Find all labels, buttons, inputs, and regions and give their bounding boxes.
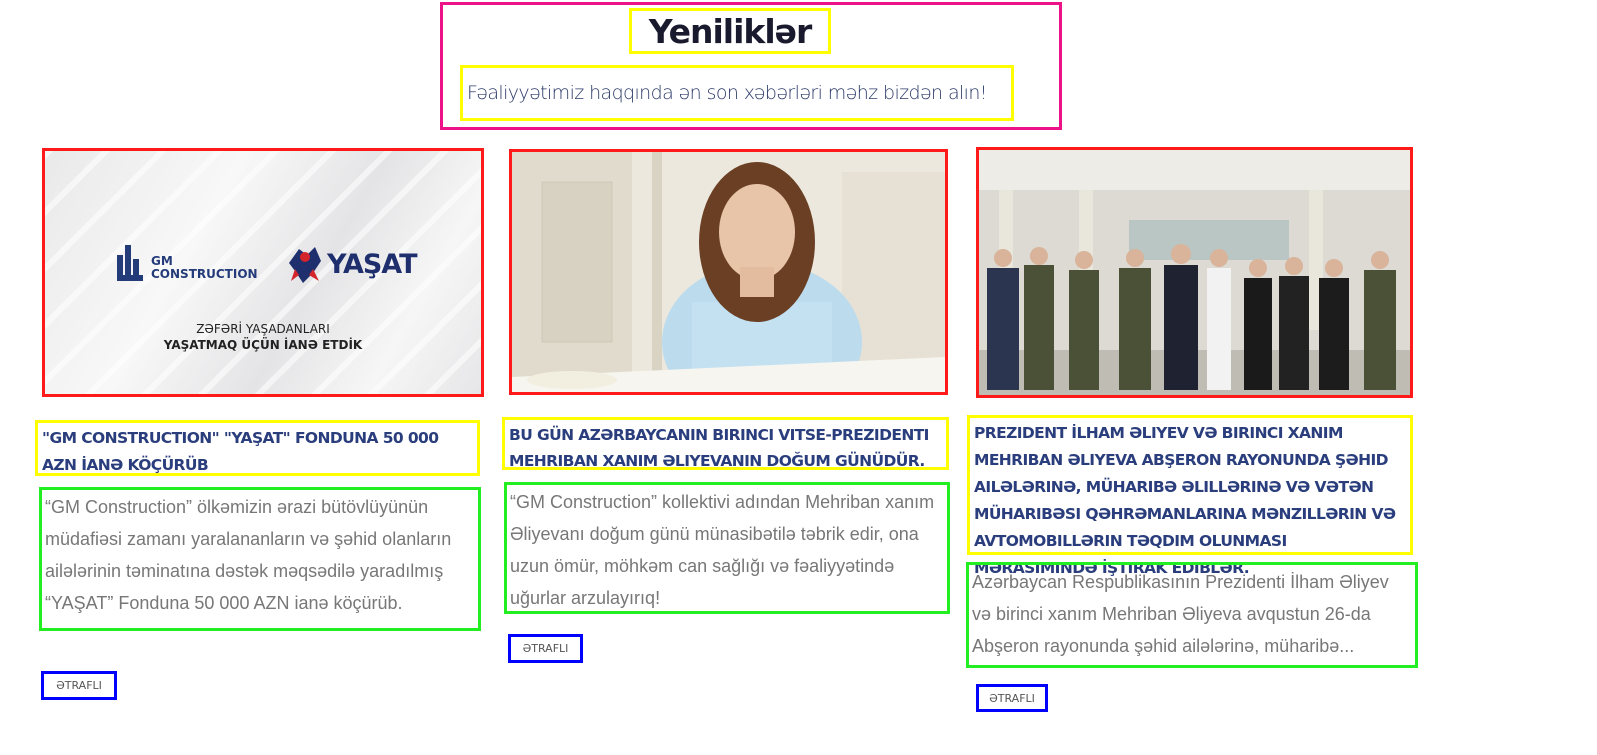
news-title-2[interactable]: BU GÜN AZƏRBAYCANIN BIRINCI VITSE-PREZID…	[509, 422, 942, 474]
page-subtitle: Fəaliyyətimiz haqqında ən son xəbərləri …	[467, 82, 987, 104]
news-title-box-3: PREZIDENT İLHAM ƏLIYEV VƏ BIRINCI XANIM …	[967, 415, 1413, 577]
image-caption: ZƏFƏRİ YAŞADANLARI YAŞATMAQ ÜÇÜN İANƏ ET…	[45, 321, 481, 353]
image-caption-line-2: YAŞATMAQ ÜÇÜN İANƏ ETDİK	[163, 338, 363, 352]
news-desc-box-2: “GM Construction” kollektivi adından Meh…	[504, 482, 950, 614]
yasat-emblem-icon	[289, 247, 321, 283]
news-title-box-2: BU GÜN AZƏRBAYCANIN BIRINCI VITSE-PREZID…	[502, 417, 949, 470]
news-description-1: “GM Construction” ölkəmizin ərazi bütövl…	[45, 497, 452, 613]
news-desc-box-3: Azərbaycan Respublikasının Prezidenti İl…	[966, 562, 1418, 668]
news-title-box-1: "GM CONSTRUCTION" "YAŞAT" FONDUNA 50 000…	[35, 420, 480, 476]
news-image-2[interactable]	[509, 149, 948, 395]
page-subtitle-box: Fəaliyyətimiz haqqında ən son xəbərləri …	[460, 65, 1014, 121]
news-title-1[interactable]: "GM CONSTRUCTION" "YAŞAT" FONDUNA 50 000…	[42, 425, 473, 479]
news-desc-box-1: “GM Construction” ölkəmizin ərazi bütövl…	[39, 487, 481, 631]
read-more-button-3[interactable]: ƏTRAFLI	[976, 684, 1048, 712]
group-photo	[979, 150, 1410, 395]
page-title-box: Yeniliklər	[629, 8, 831, 54]
portrait-photo	[512, 152, 945, 392]
gm-logo-subtext: CONSTRUCTION	[151, 267, 258, 281]
image-caption-line-1: ZƏFƏRİ YAŞADANLARI	[196, 322, 330, 336]
gm-logo-icon	[117, 245, 143, 281]
read-more-button-2[interactable]: ƏTRAFLI	[508, 634, 583, 663]
news-description-2: “GM Construction” kollektivi adından Meh…	[510, 492, 935, 608]
yasat-logo: YAŞAT	[285, 243, 418, 285]
gm-construction-logo: GM CONSTRUCTION	[115, 241, 258, 281]
page-title: Yeniliklər	[648, 11, 813, 51]
news-title-3[interactable]: PREZIDENT İLHAM ƏLIYEV VƏ BIRINCI XANIM …	[974, 420, 1406, 582]
news-image-3[interactable]	[976, 147, 1413, 398]
news-description-3: Azərbaycan Respublikasının Prezidenti İl…	[972, 572, 1389, 656]
yasat-logo-text: YAŞAT	[327, 248, 418, 280]
news-image-1[interactable]: GM CONSTRUCTION YAŞAT ZƏFƏRİ YAŞADANLARI…	[42, 148, 484, 397]
read-more-button-1[interactable]: ƏTRAFLI	[41, 671, 117, 700]
